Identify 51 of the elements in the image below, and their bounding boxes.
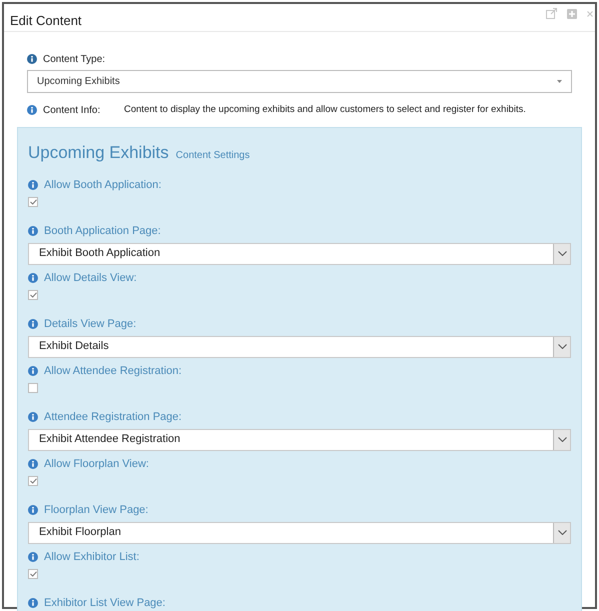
panel-title: Upcoming Exhibits bbox=[28, 142, 169, 164]
check-icon bbox=[30, 198, 36, 204]
info-icon bbox=[28, 412, 38, 422]
field-label: Content Type: bbox=[43, 52, 106, 66]
dropdown-button[interactable] bbox=[553, 522, 570, 542]
dropdown-button[interactable] bbox=[553, 336, 570, 356]
info-icon bbox=[27, 54, 37, 64]
check-icon bbox=[30, 570, 36, 576]
caret-icon bbox=[557, 80, 562, 82]
field-label: Allow Attendee Registration: bbox=[44, 364, 182, 379]
info-icon bbox=[28, 273, 38, 284]
info-icon bbox=[28, 226, 38, 236]
checkbox[interactable] bbox=[28, 196, 38, 206]
panel-subtitle: Content Settings bbox=[176, 148, 250, 162]
dropdown-button[interactable] bbox=[553, 244, 570, 264]
info-icon bbox=[27, 105, 37, 115]
info-icon bbox=[28, 180, 38, 190]
content-info-text: Content to display the upcoming exhibits and allow customers to select and register for exhibits. bbox=[124, 102, 526, 117]
info-icon bbox=[28, 319, 38, 330]
page-select[interactable]: Exhibit Booth Application bbox=[28, 242, 571, 264]
field-label: Floorplan View Page: bbox=[44, 503, 148, 518]
page-select[interactable]: Exhibit Details bbox=[28, 336, 571, 358]
checkbox[interactable] bbox=[28, 382, 38, 392]
field-label: Exhibitor List View Page: bbox=[44, 596, 166, 611]
field-label: Allow Details View: bbox=[44, 271, 137, 286]
window-title: Edit Content bbox=[10, 12, 82, 30]
content-type-select[interactable]: Upcoming Exhibits bbox=[27, 70, 572, 92]
check-icon bbox=[30, 292, 36, 298]
field-label: Allow Exhibitor List: bbox=[44, 550, 140, 565]
field-label: Details View Page: bbox=[44, 317, 136, 332]
chevron-down-icon bbox=[558, 251, 566, 256]
chevron-down-icon bbox=[558, 437, 566, 442]
dropdown-button[interactable] bbox=[553, 430, 570, 450]
page-select[interactable]: Exhibit Attendee Registration bbox=[28, 428, 571, 450]
checkbox[interactable] bbox=[28, 476, 38, 486]
info-icon bbox=[28, 552, 38, 562]
field-label: Booth Application Page: bbox=[44, 224, 161, 239]
page-select[interactable]: Exhibit Floorplan bbox=[28, 522, 571, 544]
field-label: Attendee Registration Page: bbox=[44, 410, 182, 425]
checkbox[interactable] bbox=[28, 290, 38, 300]
chevron-down-icon bbox=[558, 344, 566, 349]
field-label: Content Info: bbox=[43, 104, 102, 118]
chevron-down-icon bbox=[558, 530, 566, 535]
info-icon bbox=[28, 598, 38, 608]
checkbox[interactable] bbox=[28, 568, 38, 578]
field-label: Allow Floorplan View: bbox=[44, 457, 149, 472]
info-icon bbox=[28, 505, 38, 516]
field-label: Allow Booth Application: bbox=[44, 178, 162, 193]
info-icon bbox=[28, 366, 38, 376]
check-icon bbox=[30, 478, 36, 484]
info-icon bbox=[28, 459, 38, 470]
